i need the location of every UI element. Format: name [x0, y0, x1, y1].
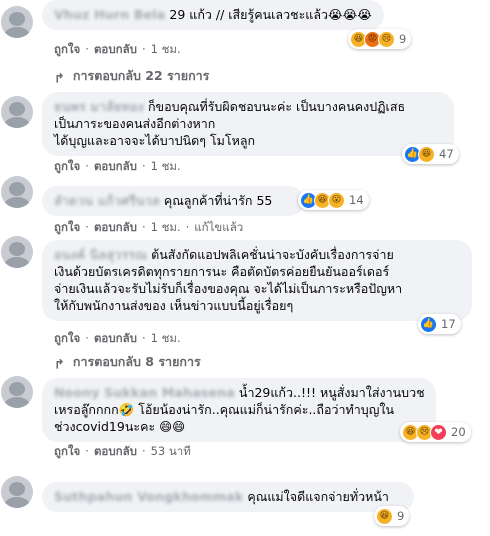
comment-text-line: ช่วงcovid19นะคะ 😄😄	[54, 419, 186, 434]
comment-text-line: เป็นภาระของคนส่งอีกต่างหาก	[54, 116, 216, 131]
avatar[interactable]	[1, 6, 33, 38]
like-link[interactable]: ถูกใจ	[54, 219, 80, 237]
reaction-summary[interactable]: 👍 17	[418, 314, 461, 334]
haha-icon: 😆	[418, 145, 435, 163]
comment-text-line: จ่ายเงินแล้วจะรับไม่รับก็เรื่องของคุณ จะ…	[54, 281, 403, 296]
reply-arrow-icon: ↳	[54, 354, 65, 370]
comment-text: คุณลูกค้าที่น่ารัก 55	[163, 193, 273, 208]
comment-actions: ถูกใจ · ตอบกลับ · 1 ชม.	[54, 158, 181, 176]
comment-text: ก็ขอบคุณที่รับผิดชอบนะค่ะ เป็นบางคนคงปฏิ…	[147, 99, 406, 114]
reaction-count: 9	[399, 32, 407, 46]
comment-actions: ถูกใจ · ตอบกลับ · 53 นาที	[54, 443, 191, 461]
reply-arrow-icon: ↳	[54, 68, 65, 84]
comment-actions: ถูกใจ · ตอบกลับ · 1 ชม.	[54, 41, 181, 59]
comment-bubble: ธนพร มาลัยทอง ก็ขอบคุณที่รับผิดชอบนะค่ะ …	[42, 92, 454, 156]
comment-author[interactable]: อนงค์ นิลสุวรรณ	[54, 246, 147, 263]
comment-author[interactable]: ธนพร มาลัยทอง	[54, 98, 144, 115]
haha-icon: 😆	[376, 507, 393, 525]
reaction-count: 14	[349, 193, 364, 207]
comment-bubble: ลำดวน แก้วศรีนวล คุณลูกค้าที่น่ารัก 55	[42, 186, 304, 216]
avatar[interactable]	[1, 376, 33, 408]
sad-icon: 😢	[378, 30, 395, 48]
view-replies-label: การตอบกลับ 22 รายการ	[72, 68, 210, 83]
comment-bubble: Suthpahun Vongkhommak คุณแม่ใจดีแจกจ่ายท…	[42, 482, 414, 512]
comment-author[interactable]: Suthpahun Vongkhommak	[54, 488, 243, 505]
avatar[interactable]	[1, 476, 33, 508]
reply-link[interactable]: ตอบกลับ	[94, 443, 137, 461]
reaction-count: 17	[441, 317, 456, 331]
comment-text: 29 แก้ว // เสียรู้คนเลวชะแล้ว😭😭😭	[169, 7, 372, 22]
like-link[interactable]: ถูกใจ	[54, 443, 80, 461]
avatar[interactable]	[1, 176, 33, 208]
reply-link[interactable]: ตอบกลับ	[94, 41, 137, 59]
comment-time[interactable]: 53 นาที	[151, 443, 191, 461]
edited-label[interactable]: แก้ไขแล้ว	[194, 219, 243, 237]
like-link[interactable]: ถูกใจ	[54, 41, 80, 59]
reaction-count: 20	[451, 425, 466, 439]
reaction-count: 9	[397, 509, 405, 523]
reaction-summary[interactable]: 😆 9	[374, 506, 410, 526]
reaction-summary[interactable]: 😆 😢 ❤ 20	[400, 422, 471, 442]
reaction-count: 47	[439, 147, 454, 161]
like-link[interactable]: ถูกใจ	[54, 330, 80, 348]
comment-text-line: เงินด้วยบัตรเครดิตทุกรายการนะ คือตัดบัตร…	[54, 264, 390, 279]
avatar[interactable]	[1, 236, 33, 268]
view-replies-link[interactable]: ↳ การตอบกลับ 22 รายการ	[54, 66, 209, 86]
wow-icon: 😮	[328, 191, 345, 209]
reply-link[interactable]: ตอบกลับ	[94, 219, 137, 237]
comment-author[interactable]: Vhuz Hurn Bela	[54, 6, 165, 23]
view-replies-label: การตอบกลับ 8 รายการ	[72, 354, 201, 369]
comment-bubble: Noony Sukkan Mahasena น้ำ29แก้ว..!!! หนู…	[42, 378, 436, 442]
comment-bubble: Vhuz Hurn Bela 29 แก้ว // เสียรู้คนเลวชะ…	[42, 0, 384, 30]
like-icon: 👍	[420, 315, 437, 333]
comment-text: คุณแม่ใจดีแจกจ่ายทั่วหน้า	[247, 489, 389, 504]
comment-time[interactable]: 1 ชม.	[151, 41, 181, 59]
comment-text-line: เหรอลู๊กกกก🤣 โอ้ยน้องน่ารัก..คุณแม่ก็น่า…	[54, 402, 394, 417]
reaction-summary[interactable]: 👍 😆 47	[402, 144, 459, 164]
comment-actions: ถูกใจ · ตอบกลับ · 1 ชม.	[54, 330, 181, 348]
comment-text: น้ำ29แก้ว..!!! หนูสั่งมาใส่งานบวช	[238, 385, 425, 400]
like-link[interactable]: ถูกใจ	[54, 158, 80, 176]
comment-text: ต้นสังกัดแอปพลิเคชั่นน่าจะบังคับเรื่องกา…	[151, 247, 394, 262]
reply-link[interactable]: ตอบกลับ	[94, 158, 137, 176]
comment-author[interactable]: ลำดวน แก้วศรีนวล	[54, 192, 160, 209]
comment-text-line: ให้กับพนักงานส่งของ เห็นข่าวแบบนี้อยู่เร…	[54, 298, 294, 313]
reply-link[interactable]: ตอบกลับ	[94, 330, 137, 348]
reaction-summary[interactable]: 👍 😆 😮 14	[298, 190, 369, 210]
comment-bubble: อนงค์ นิลสุวรรณ ต้นสังกัดแอปพลิเคชั่นน่า…	[42, 240, 472, 321]
reaction-summary[interactable]: 😆 😡 😢 9	[348, 29, 412, 49]
comment-text-line: ได้บุญและอาจจะได้บาปนิดๆ โมโหลูก	[54, 133, 256, 148]
heart-icon: ❤	[430, 423, 447, 441]
comment-author[interactable]: Noony Sukkan Mahasena	[54, 384, 235, 401]
comment-time[interactable]: 1 ชม.	[151, 330, 181, 348]
comment-time[interactable]: 1 ชม.	[151, 158, 181, 176]
view-replies-link[interactable]: ↳ การตอบกลับ 8 รายการ	[54, 352, 201, 372]
comment-actions: ถูกใจ · ตอบกลับ · 1 ชม. · แก้ไขแล้ว	[54, 219, 243, 237]
avatar[interactable]	[1, 96, 33, 128]
comment-time[interactable]: 1 ชม.	[151, 219, 181, 237]
